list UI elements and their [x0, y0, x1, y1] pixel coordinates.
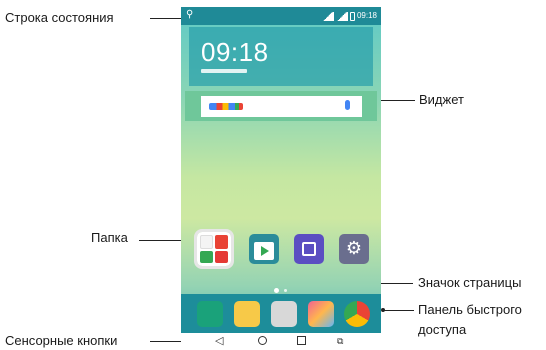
status-bar-callout: Строка состояния — [5, 10, 114, 25]
messages-icon[interactable] — [234, 301, 260, 327]
clock-widget[interactable]: 09:18 — [189, 27, 373, 86]
gallery-frame — [302, 242, 316, 256]
signal-icon — [335, 11, 348, 21]
status-bar: ⚲ 09:18 — [181, 7, 381, 25]
search-bar[interactable] — [201, 96, 362, 117]
touch-buttons-callout: Сенсорные кнопки — [5, 333, 118, 348]
gallery-icon[interactable] — [294, 234, 324, 264]
folder-app-youtube-icon — [215, 251, 228, 263]
quick-access-callout-line1: Панель быстрого — [418, 302, 522, 317]
page-indicator — [181, 286, 381, 294]
play-store-icon[interactable] — [249, 234, 279, 264]
status-bar-indicators: 09:18 — [321, 10, 377, 22]
touch-buttons-bar: ◁ ⧉ — [181, 333, 381, 348]
recent-apps-icon[interactable] — [297, 336, 306, 345]
camera-icon[interactable] — [271, 301, 297, 327]
phone-screen: ⚲ 09:18 09:18 ⚙ ◁ ⧉ — [181, 7, 381, 348]
folder-callout: Папка — [91, 230, 128, 245]
microphone-icon[interactable] — [345, 100, 350, 110]
phone-icon[interactable] — [197, 301, 223, 327]
battery-icon — [349, 11, 355, 21]
quick-access-callout-line2: доступа — [418, 322, 467, 337]
status-time: 09:18 — [356, 11, 377, 20]
settings-icon[interactable]: ⚙ — [339, 234, 369, 264]
wifi-icon — [321, 11, 334, 21]
quick-access-leader — [383, 310, 414, 311]
folder-app-google-icon — [200, 235, 213, 249]
photos-icon[interactable] — [308, 301, 334, 327]
clock-time: 09:18 — [201, 37, 269, 67]
page-dot-active[interactable] — [274, 288, 279, 293]
quick-access-bar — [181, 294, 381, 333]
folder-app-maps-icon — [200, 251, 213, 263]
search-widget — [185, 91, 377, 121]
folder-app-gmail-icon — [215, 235, 228, 249]
play-store-triangle — [261, 246, 269, 256]
widget-callout: Виджет — [419, 92, 464, 107]
gear-icon: ⚙ — [345, 238, 363, 258]
google-logo-icon — [209, 103, 243, 110]
home-icon[interactable] — [258, 336, 267, 345]
back-icon[interactable]: ◁ — [215, 335, 223, 347]
usb-icon: ⚲ — [186, 9, 194, 20]
page-indicator-callout: Значок страницы — [418, 275, 522, 290]
dual-window-icon[interactable]: ⧉ — [337, 335, 343, 347]
folder-icon[interactable] — [194, 229, 234, 269]
page-dot[interactable] — [284, 289, 287, 292]
quick-access-leader-end — [381, 308, 385, 312]
chrome-icon[interactable] — [344, 301, 370, 327]
clock-weather-line — [201, 69, 247, 73]
